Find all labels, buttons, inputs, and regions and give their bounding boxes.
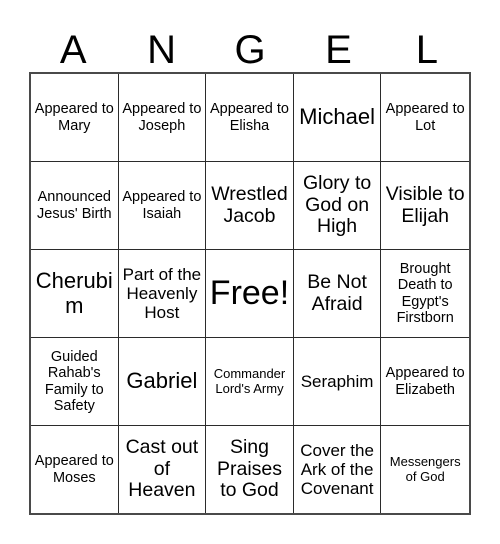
bingo-cell[interactable]: Be Not Afraid	[294, 250, 382, 337]
bingo-cell[interactable]: Brought Death to Egypt's Firstborn	[381, 250, 469, 337]
bingo-cell-label: Appeared to Isaiah	[122, 189, 202, 222]
header-letter-3: G	[234, 28, 266, 72]
bingo-cell[interactable]: Appeared to Mary	[31, 74, 119, 161]
bingo-row: Guided Rahab's Family to Safety Gabriel …	[31, 338, 469, 426]
bingo-cell-label: Seraphim	[300, 371, 374, 391]
bingo-cell[interactable]: Cast out of Heaven	[119, 426, 207, 513]
bingo-cell-label: Free!	[209, 274, 290, 313]
bingo-cell-label: Commander Lord's Army	[213, 365, 286, 396]
bingo-grid: Appeared to Mary Appeared to Joseph Appe…	[29, 72, 471, 515]
bingo-cell-label: Michael	[299, 104, 375, 130]
bingo-cell-label: Cherubim	[35, 267, 113, 318]
bingo-cell[interactable]: Appeared to Joseph	[119, 74, 207, 161]
bingo-cell[interactable]: Visible to Elijah	[381, 162, 469, 249]
bingo-cell-label: Appeared to Mary	[34, 101, 114, 134]
header-letter-2: N	[147, 28, 177, 72]
bingo-cell-label: Appeared to Joseph	[122, 101, 202, 134]
header-letter-4: E	[325, 28, 352, 72]
bingo-cell[interactable]: Cover the Ark of the Covenant	[294, 426, 382, 513]
bingo-cell[interactable]: Announced Jesus' Birth	[31, 162, 119, 249]
bingo-card: A N G E L Appeared to Mary Appeared to J…	[0, 0, 500, 544]
bingo-row: Appeared to Mary Appeared to Joseph Appe…	[31, 74, 469, 162]
bingo-cell[interactable]: Appeared to Isaiah	[119, 162, 207, 249]
header-letter-1: A	[59, 28, 87, 72]
bingo-cell[interactable]: Wrestled Jacob	[206, 162, 294, 249]
bingo-cell-label: Appeared to Lot	[385, 101, 465, 134]
bingo-cell-label: Appeared to Moses	[34, 453, 114, 486]
bingo-cell-label: Appeared to Elizabeth	[385, 365, 465, 398]
bingo-cell[interactable]: Cherubim	[31, 250, 119, 337]
bingo-cell-label: Gabriel	[126, 368, 198, 394]
bingo-cell-label: Announced Jesus' Birth	[37, 189, 112, 222]
bingo-row: Cherubim Part of the Heavenly Host Free!…	[31, 250, 469, 338]
bingo-cell-label: Be Not Afraid	[307, 270, 367, 315]
bingo-cell[interactable]: Michael	[294, 74, 382, 161]
bingo-row: Appeared to Moses Cast out of Heaven Sin…	[31, 426, 469, 513]
bingo-cell[interactable]: Appeared to Elisha	[206, 74, 294, 161]
bingo-cell[interactable]: Appeared to Elizabeth	[381, 338, 469, 425]
bingo-cell-label: Sing Praises to God	[216, 435, 282, 502]
bingo-cell-label: Guided Rahab's Family to Safety	[44, 349, 104, 414]
bingo-cell-label: Part of the Heavenly Host	[122, 264, 202, 323]
bingo-cell-label: Wrestled Jacob	[211, 182, 288, 227]
bingo-cell-label: Glory to God on High	[302, 171, 372, 238]
bingo-cell[interactable]: Messengers of God	[381, 426, 469, 513]
bingo-cell[interactable]: Appeared to Lot	[381, 74, 469, 161]
bingo-cell[interactable]: Appeared to Moses	[31, 426, 119, 513]
bingo-header-letters: A N G E L	[29, 22, 471, 72]
bingo-cell-label: Cover the Ark of the Covenant	[300, 440, 374, 499]
bingo-cell[interactable]: Gabriel	[119, 338, 207, 425]
bingo-cell[interactable]: Commander Lord's Army	[206, 338, 294, 425]
bingo-cell[interactable]: Sing Praises to God	[206, 426, 294, 513]
bingo-cell-label: Appeared to Elisha	[209, 101, 289, 134]
header-letter-5: L	[415, 28, 438, 72]
bingo-cell[interactable]: Glory to God on High	[294, 162, 382, 249]
bingo-cell[interactable]: Part of the Heavenly Host	[119, 250, 207, 337]
bingo-cell-label: Messengers of God	[389, 453, 461, 484]
bingo-cell-free[interactable]: Free!	[206, 250, 294, 337]
bingo-cell[interactable]: Seraphim	[294, 338, 382, 425]
bingo-cell-label: Brought Death to Egypt's Firstborn	[396, 261, 454, 326]
bingo-row: Announced Jesus' Birth Appeared to Isaia…	[31, 162, 469, 250]
bingo-cell-label: Cast out of Heaven	[125, 435, 199, 502]
bingo-cell[interactable]: Guided Rahab's Family to Safety	[31, 338, 119, 425]
bingo-cell-label: Visible to Elijah	[385, 182, 465, 227]
